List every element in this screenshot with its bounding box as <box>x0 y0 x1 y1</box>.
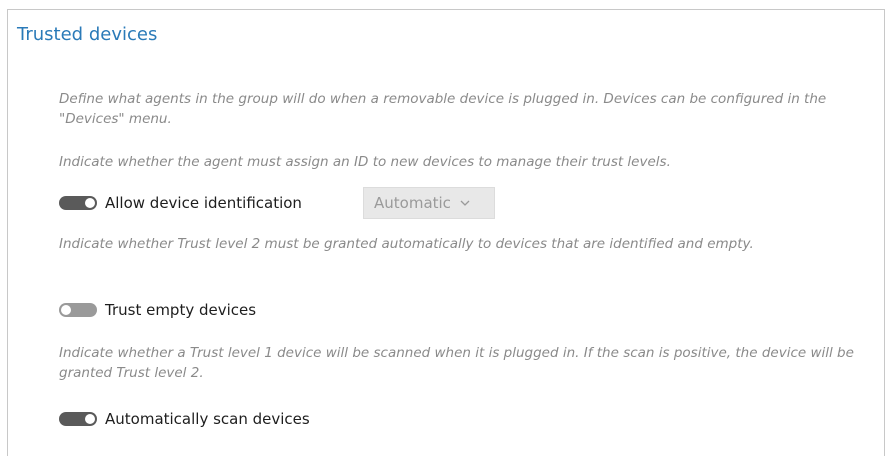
chevron-down-icon <box>459 197 471 209</box>
auto-scan-description: Indicate whether a Trust level 1 device … <box>59 345 854 381</box>
auto-scan-row: Automatically scan devices <box>59 408 310 430</box>
device-identification-row: Allow device identification <box>59 192 302 214</box>
toggle-knob <box>85 198 95 208</box>
device-identification-description: Indicate whether the agent must assign a… <box>59 154 671 170</box>
trust-empty-description: Indicate whether Trust level 2 must be g… <box>59 236 754 252</box>
toggle-knob <box>85 414 95 424</box>
trust-empty-devices-label: Trust empty devices <box>105 301 257 319</box>
automatically-scan-devices-toggle[interactable] <box>59 412 97 426</box>
automatically-scan-devices-label: Automatically scan devices <box>105 410 310 428</box>
trust-empty-row: Trust empty devices <box>59 299 256 321</box>
trust-empty-devices-toggle[interactable] <box>59 303 97 317</box>
section-title: Trusted devices <box>17 24 158 45</box>
allow-device-identification-label: Allow device identification <box>105 194 302 212</box>
identification-mode-select[interactable]: Automatic <box>363 187 495 219</box>
section-intro: Define what agents in the group will do … <box>59 91 827 127</box>
toggle-knob <box>61 305 71 315</box>
trusted-devices-panel <box>7 9 885 456</box>
allow-device-identification-toggle[interactable] <box>59 196 97 210</box>
identification-mode-value: Automatic <box>374 194 451 212</box>
